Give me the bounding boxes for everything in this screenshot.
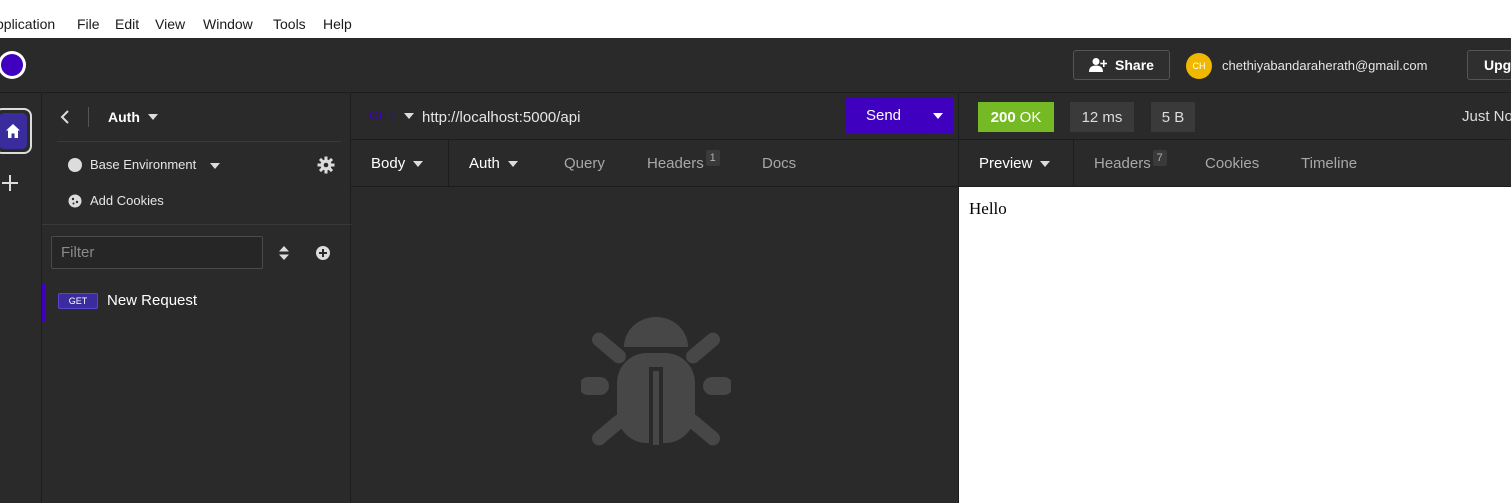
menu-application[interactable]: pplication [0, 16, 55, 32]
plus-icon-glyph [2, 175, 18, 191]
response-status-bar: 200 OK 12 ms 5 B Just No [959, 93, 1511, 140]
divider [88, 107, 89, 127]
user-email[interactable]: chethiyabandaraherath@gmail.com [1222, 58, 1427, 73]
sidebar-header: Auth [42, 93, 351, 141]
environment-color-dot [68, 158, 82, 172]
tab-auth[interactable]: Auth [469, 140, 518, 187]
tab-response-headers-label: Headers [1094, 155, 1151, 172]
method-badge: GET [58, 293, 98, 309]
avatar[interactable]: CH [1186, 53, 1212, 79]
response-body-text: Hello [969, 199, 1007, 218]
headers-count-badge: 1 [705, 149, 720, 166]
share-person-icon [1089, 58, 1108, 72]
menu-bar: pplication File Edit View Window Tools H… [0, 0, 1511, 38]
add-cookies-button[interactable]: Add Cookies [90, 193, 164, 208]
tab-timeline[interactable]: Timeline [1301, 140, 1357, 187]
chevron-down-icon [1040, 160, 1051, 167]
menu-help[interactable]: Help [323, 16, 352, 32]
tab-timeline-label: Timeline [1301, 155, 1358, 172]
gear-icon[interactable] [317, 156, 335, 174]
menu-file[interactable]: File [77, 16, 100, 32]
tab-preview-label: Preview [979, 155, 1033, 172]
tab-preview[interactable]: Preview [959, 140, 1074, 187]
divider [57, 141, 341, 142]
status-code: 200 [990, 108, 1016, 126]
chevron-down-icon[interactable] [210, 163, 220, 169]
menu-view[interactable]: View [155, 16, 185, 32]
status-badge: 200 OK [978, 102, 1054, 132]
tab-headers[interactable]: Headers 1 [647, 140, 720, 187]
sidebar: Auth Base Environment Add Cookies Filter… [42, 93, 351, 503]
response-timestamp[interactable]: Just No [1462, 108, 1511, 125]
tab-docs[interactable]: Docs [762, 140, 796, 187]
status-text: OK [1019, 108, 1042, 126]
request-name: New Request [107, 292, 198, 309]
share-button[interactable]: Share [1073, 50, 1170, 80]
left-rail [0, 93, 42, 503]
send-options-button[interactable] [922, 97, 954, 134]
menu-edit[interactable]: Edit [115, 16, 139, 32]
back-chevron-icon[interactable] [58, 107, 72, 127]
plus-icon[interactable] [0, 173, 20, 193]
home-icon [6, 124, 20, 138]
url-bar: GET Send [351, 93, 959, 140]
chevron-down-icon[interactable] [148, 114, 158, 120]
send-button[interactable]: Send [846, 97, 921, 134]
response-headers-count-badge: 7 [1152, 149, 1167, 166]
response-preview: Hello [959, 187, 1511, 503]
request-pane: GET Send Body Auth Query Headers 1 Docs [351, 93, 959, 503]
request-list-item[interactable]: GET New Request [42, 283, 351, 321]
chevron-down-icon[interactable] [404, 113, 414, 119]
tab-query-label: Query [564, 155, 605, 172]
divider [42, 224, 351, 225]
response-tabs: Preview Headers 7 Cookies Timeline [959, 140, 1511, 187]
bug-icon [581, 317, 731, 446]
top-bar: Share CH chethiyabandaraherath@gmail.com… [0, 38, 1511, 93]
sort-icon[interactable] [278, 245, 290, 261]
logo-icon[interactable] [0, 51, 26, 79]
home-button[interactable] [0, 108, 32, 154]
request-tabs: Body Auth Query Headers 1 Docs [351, 140, 959, 187]
menu-window[interactable]: Window [203, 16, 253, 32]
filter-input[interactable] [51, 236, 263, 269]
environment-selector[interactable]: Base Environment [90, 157, 196, 172]
active-indicator [42, 283, 45, 321]
cookie-icon [68, 194, 82, 208]
upgrade-button[interactable]: Upg [1467, 50, 1511, 80]
chevron-down-icon [413, 160, 424, 167]
tab-body[interactable]: Body [351, 140, 449, 187]
share-label: Share [1115, 57, 1154, 73]
tab-query[interactable]: Query [564, 140, 605, 187]
response-size-badge: 5 B [1151, 102, 1195, 132]
response-pane: 200 OK 12 ms 5 B Just No Preview Headers… [959, 93, 1511, 503]
tab-auth-label: Auth [469, 155, 500, 172]
method-selector[interactable]: GET [369, 108, 396, 123]
tab-cookies[interactable]: Cookies [1205, 140, 1259, 187]
tab-response-headers[interactable]: Headers 7 [1094, 140, 1167, 187]
tab-headers-label: Headers [647, 155, 704, 172]
menu-tools[interactable]: Tools [273, 16, 306, 32]
tab-cookies-label: Cookies [1205, 155, 1260, 172]
project-title[interactable]: Auth [108, 109, 140, 125]
url-input[interactable] [422, 105, 842, 129]
chevron-down-icon [933, 112, 943, 119]
response-time-badge: 12 ms [1070, 102, 1134, 132]
tab-body-label: Body [371, 155, 406, 172]
chevron-down-icon [507, 160, 518, 167]
add-circle-icon[interactable] [315, 245, 331, 261]
tab-docs-label: Docs [762, 155, 797, 172]
